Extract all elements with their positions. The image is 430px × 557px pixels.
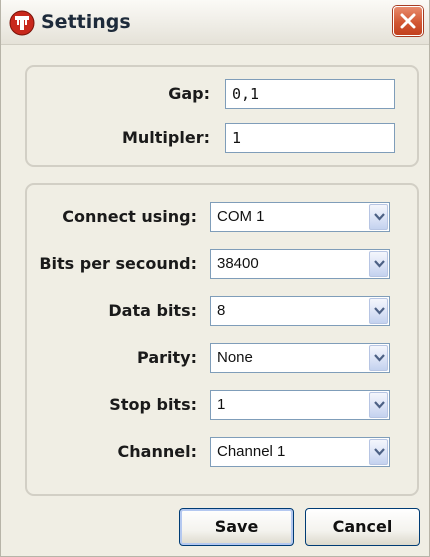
gap-input[interactable]: 0,1 xyxy=(225,79,395,109)
bits-per-second-label: Bits per secound: xyxy=(39,254,197,273)
close-button[interactable] xyxy=(393,6,423,36)
dropdown-button[interactable] xyxy=(369,392,388,418)
chevron-down-icon xyxy=(374,213,385,221)
parity-select[interactable]: None xyxy=(210,343,390,373)
chevron-down-icon xyxy=(374,401,385,409)
cancel-button[interactable]: Cancel xyxy=(305,508,420,546)
dropdown-button[interactable] xyxy=(369,345,388,371)
general-settings-group: Gap: 0,1 Multipler: 1 xyxy=(25,65,419,167)
channel-select[interactable]: Channel 1 xyxy=(210,437,390,467)
settings-dialog: Settings Gap: 0,1 Multipler: 1 Connect u… xyxy=(0,0,430,557)
channel-label: Channel: xyxy=(117,442,197,461)
dropdown-button[interactable] xyxy=(369,298,388,324)
stop-bits-label: Stop bits: xyxy=(109,395,197,414)
multiplier-label: Multipler: xyxy=(121,128,210,147)
stop-bits-value: 1 xyxy=(217,396,226,413)
connect-using-row: Connect using: COM 1 xyxy=(27,202,417,232)
bits-per-second-value: 38400 xyxy=(217,255,259,272)
bits-per-second-select[interactable]: 38400 xyxy=(210,249,390,279)
connect-using-label: Connect using: xyxy=(62,207,197,226)
channel-value: Channel 1 xyxy=(217,443,286,460)
app-logo-icon xyxy=(9,10,35,36)
window-title: Settings xyxy=(41,11,131,33)
parity-value: None xyxy=(217,349,253,366)
parity-label: Parity: xyxy=(137,348,197,367)
close-icon xyxy=(400,13,416,29)
dropdown-button[interactable] xyxy=(369,251,388,277)
channel-row: Channel: Channel 1 xyxy=(27,437,417,467)
chevron-down-icon xyxy=(374,354,385,362)
stop-bits-row: Stop bits: 1 xyxy=(27,390,417,420)
title-bar[interactable]: Settings xyxy=(1,0,429,45)
multiplier-row: Multipler: 1 xyxy=(27,123,417,153)
dropdown-button[interactable] xyxy=(369,439,388,465)
multiplier-input[interactable]: 1 xyxy=(225,123,395,153)
chevron-down-icon xyxy=(374,260,385,268)
data-bits-select[interactable]: 8 xyxy=(210,296,390,326)
bits-per-second-row: Bits per secound: 38400 xyxy=(27,249,417,279)
save-button[interactable]: Save xyxy=(179,508,294,546)
data-bits-label: Data bits: xyxy=(108,301,197,320)
data-bits-row: Data bits: 8 xyxy=(27,296,417,326)
chevron-down-icon xyxy=(374,448,385,456)
chevron-down-icon xyxy=(374,307,385,315)
stop-bits-select[interactable]: 1 xyxy=(210,390,390,420)
dropdown-button[interactable] xyxy=(369,204,388,230)
connect-using-value: COM 1 xyxy=(217,208,265,225)
connection-settings-group: Connect using: COM 1 Bits per secound: 3… xyxy=(25,183,419,496)
data-bits-value: 8 xyxy=(217,302,226,319)
parity-row: Parity: None xyxy=(27,343,417,373)
gap-row: Gap: 0,1 xyxy=(27,79,417,109)
connect-using-select[interactable]: COM 1 xyxy=(210,202,390,232)
gap-label: Gap: xyxy=(168,84,210,103)
